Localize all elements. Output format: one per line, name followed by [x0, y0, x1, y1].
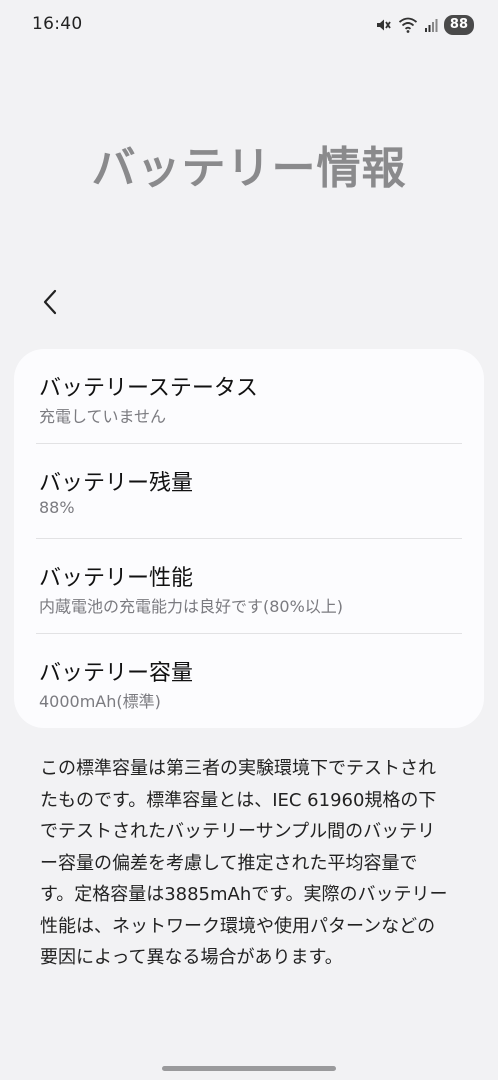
- item-subtitle: 4000mAh(標準): [39, 692, 161, 711]
- item-title: バッテリー容量: [39, 661, 194, 686]
- back-button[interactable]: [32, 284, 68, 324]
- wifi-icon: [398, 16, 418, 34]
- battery-indicator: 88: [443, 15, 474, 35]
- item-title: バッテリーステータス: [39, 376, 258, 401]
- capacity-footnote: この標準容量は第三者の実験環境下でテストされ たものです。標準容量とは、IEC …: [40, 758, 448, 968]
- battery-info-card: バッテリーステータス 充電していません バッテリー残量 88% バッテリー性能 …: [14, 349, 484, 728]
- page-title: バッテリー情報: [91, 143, 407, 194]
- list-item-battery-capacity[interactable]: バッテリー容量 4000mAh(標準): [39, 634, 461, 729]
- signal-icon: [424, 17, 438, 33]
- list-item-battery-performance[interactable]: バッテリー性能 内蔵電池の充電能力は良好です(80%以上): [39, 539, 461, 634]
- status-bar: 16:40 88: [0, 0, 498, 50]
- item-subtitle: 内蔵電池の充電能力は良好です(80%以上): [39, 597, 344, 616]
- list-item-battery-level[interactable]: バッテリー残量 88%: [39, 444, 461, 539]
- item-subtitle: 88%: [39, 498, 75, 517]
- status-time: 16:40: [32, 14, 83, 34]
- item-title: バッテリー性能: [39, 566, 194, 591]
- item-subtitle: 充電していません: [39, 407, 167, 426]
- list-item-battery-status[interactable]: バッテリーステータス 充電していません: [39, 349, 461, 444]
- status-icons: 88: [374, 14, 474, 36]
- item-title: バッテリー残量: [39, 471, 194, 496]
- back-arrow-icon: [40, 288, 60, 320]
- home-indicator[interactable]: [162, 1066, 336, 1071]
- mute-icon: [374, 16, 392, 34]
